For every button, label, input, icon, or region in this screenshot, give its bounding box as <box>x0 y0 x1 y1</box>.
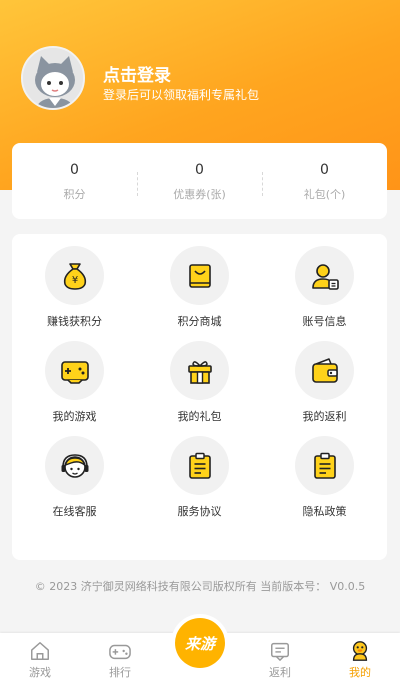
menu-label: 隐私政策 <box>302 505 347 518</box>
duck-icon <box>352 641 368 661</box>
menu-grid: ¥ 赚钱获积分 积分商城 账号信息 我的游戏 我的礼包 我的返利 在线客服 服务… <box>12 234 387 560</box>
menu-label: 我的返利 <box>302 410 347 423</box>
stat-gifts[interactable]: 0 礼包(个) <box>262 160 387 202</box>
money-bag-icon: ¥ <box>45 246 104 305</box>
stat-value: 0 <box>70 162 79 178</box>
gamepad-icon <box>109 644 131 660</box>
menu-my-gifts[interactable]: 我的礼包 <box>137 341 262 436</box>
tab-label: 返利 <box>269 666 291 679</box>
user-card-icon <box>295 246 354 305</box>
tab-mine[interactable]: 我的 <box>320 633 400 685</box>
center-play-label: 来游 <box>175 618 225 668</box>
tab-ranking[interactable]: 排行 <box>80 633 160 685</box>
stat-label: 积分 <box>63 188 86 201</box>
clipboard-icon <box>295 436 354 495</box>
tab-rebate[interactable]: 返利 <box>240 633 320 685</box>
menu-earn-points[interactable]: ¥ 赚钱获积分 <box>12 246 137 341</box>
login-subtitle: 登录后可以领取福利专属礼包 <box>103 88 260 102</box>
tab-label: 游戏 <box>29 666 51 679</box>
stat-coupons[interactable]: 0 优惠券(张) <box>137 160 262 202</box>
clipboard-icon <box>170 436 229 495</box>
menu-label: 在线客服 <box>52 505 97 518</box>
menu-service-agreement[interactable]: 服务协议 <box>137 436 262 531</box>
avatar[interactable] <box>21 46 85 110</box>
menu-label: 赚钱获积分 <box>47 315 102 328</box>
message-icon <box>271 642 289 661</box>
menu-points-mall[interactable]: 积分商城 <box>137 246 262 341</box>
stat-value: 0 <box>320 162 329 178</box>
center-play-button[interactable]: 来游 <box>171 614 229 672</box>
menu-label: 积分商城 <box>177 315 222 328</box>
login-title[interactable]: 点击登录 <box>103 61 171 86</box>
menu-privacy-policy[interactable]: 隐私政策 <box>262 436 387 531</box>
menu-label: 我的游戏 <box>52 410 97 423</box>
menu-my-rebate[interactable]: 我的返利 <box>262 341 387 436</box>
tab-label: 我的 <box>349 666 371 679</box>
wallet-icon <box>295 341 354 400</box>
stat-points[interactable]: 0 积分 <box>12 160 137 202</box>
menu-account-info[interactable]: 账号信息 <box>262 246 387 341</box>
menu-label: 我的礼包 <box>177 410 222 423</box>
tab-label: 排行 <box>109 666 131 679</box>
stat-value: 0 <box>195 162 204 178</box>
tab-games[interactable]: 游戏 <box>0 633 80 685</box>
stat-label: 优惠券(张) <box>173 188 226 201</box>
gamepad-icon <box>45 341 104 400</box>
gift-icon <box>170 341 229 400</box>
menu-label: 账号信息 <box>302 315 347 328</box>
copyright-text: © 2023 济宁御灵网络科技有限公司版权所有 当前版本号： V0.0.5 <box>34 580 366 593</box>
menu-online-service[interactable]: 在线客服 <box>12 436 137 531</box>
svg-text:¥: ¥ <box>71 275 77 286</box>
headset-icon <box>45 436 104 495</box>
stat-label: 礼包(个) <box>303 188 346 201</box>
home-icon <box>31 642 49 660</box>
shopping-bag-icon <box>170 246 229 305</box>
menu-my-games[interactable]: 我的游戏 <box>12 341 137 436</box>
stats-card: 0 积分 0 优惠券(张) 0 礼包(个) <box>12 143 387 219</box>
menu-label: 服务协议 <box>177 505 222 518</box>
